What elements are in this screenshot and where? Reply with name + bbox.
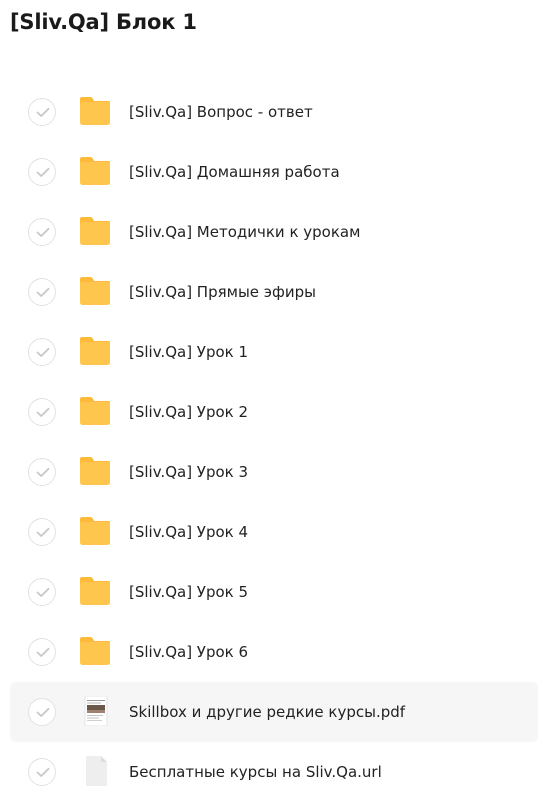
item-name[interactable]: [Sliv.Qa] Урок 3 xyxy=(129,442,248,502)
item-name[interactable]: [Sliv.Qa] Домашняя работа xyxy=(129,142,340,202)
folder-row[interactable]: [Sliv.Qa] Урок 5 xyxy=(10,562,538,622)
file-icon xyxy=(78,756,112,786)
folder-icon xyxy=(78,636,112,666)
select-checkbox[interactable] xyxy=(28,638,56,666)
folder-row[interactable]: [Sliv.Qa] Урок 3 xyxy=(10,442,538,502)
folder-row[interactable]: [Sliv.Qa] Урок 1 xyxy=(10,322,538,382)
select-checkbox[interactable] xyxy=(28,98,56,126)
select-checkbox[interactable] xyxy=(28,158,56,186)
item-name[interactable]: Бесплатные курсы на Sliv.Qa.url xyxy=(129,742,382,802)
item-name[interactable]: [Sliv.Qa] Урок 6 xyxy=(129,622,248,682)
select-checkbox[interactable] xyxy=(28,218,56,246)
folder-row[interactable]: [Sliv.Qa] Вопрос - ответ xyxy=(10,82,538,142)
select-checkbox[interactable] xyxy=(28,518,56,546)
folder-row[interactable]: [Sliv.Qa] Прямые эфиры xyxy=(10,262,538,322)
folder-icon xyxy=(78,276,112,306)
select-checkbox[interactable] xyxy=(28,278,56,306)
page-title: [Sliv.Qa] Блок 1 xyxy=(10,10,197,34)
item-name[interactable]: Skillbox и другие редкие курсы.pdf xyxy=(129,682,405,742)
select-checkbox[interactable] xyxy=(28,458,56,486)
select-checkbox[interactable] xyxy=(28,398,56,426)
folder-row[interactable]: [Sliv.Qa] Домашняя работа xyxy=(10,142,538,202)
item-name[interactable]: [Sliv.Qa] Методички к урокам xyxy=(129,202,360,262)
item-name[interactable]: [Sliv.Qa] Урок 1 xyxy=(129,322,248,382)
item-name[interactable]: [Sliv.Qa] Урок 2 xyxy=(129,382,248,442)
folder-icon xyxy=(78,516,112,546)
item-name[interactable]: [Sliv.Qa] Урок 5 xyxy=(129,562,248,622)
folder-icon xyxy=(78,456,112,486)
pdf-thumbnail-icon xyxy=(78,695,112,727)
file-row[interactable]: Бесплатные курсы на Sliv.Qa.url xyxy=(10,742,538,802)
item-name[interactable]: [Sliv.Qa] Прямые эфиры xyxy=(129,262,316,322)
folder-row[interactable]: [Sliv.Qa] Урок 6 xyxy=(10,622,538,682)
folder-row[interactable]: [Sliv.Qa] Урок 4 xyxy=(10,502,538,562)
item-name[interactable]: [Sliv.Qa] Вопрос - ответ xyxy=(129,82,313,142)
folder-icon xyxy=(78,396,112,426)
folder-icon xyxy=(78,336,112,366)
folder-icon xyxy=(78,216,112,246)
folder-row[interactable]: [Sliv.Qa] Методички к урокам xyxy=(10,202,538,262)
folder-icon xyxy=(78,96,112,126)
select-checkbox[interactable] xyxy=(28,698,56,726)
item-name[interactable]: [Sliv.Qa] Урок 4 xyxy=(129,502,248,562)
folder-row[interactable]: [Sliv.Qa] Урок 2 xyxy=(10,382,538,442)
select-checkbox[interactable] xyxy=(28,578,56,606)
folder-icon xyxy=(78,576,112,606)
select-checkbox[interactable] xyxy=(28,338,56,366)
folder-icon xyxy=(78,156,112,186)
file-row[interactable]: Skillbox и другие редкие курсы.pdf xyxy=(10,682,538,742)
select-checkbox[interactable] xyxy=(28,758,56,786)
file-list: [Sliv.Qa] Вопрос - ответ [Sliv.Qa] Домашн… xyxy=(0,82,538,802)
